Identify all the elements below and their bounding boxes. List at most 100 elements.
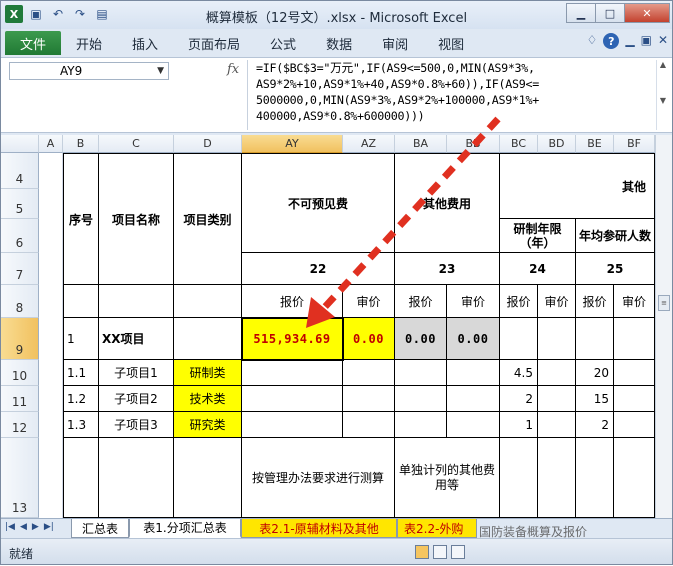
table-cell[interactable] bbox=[538, 386, 576, 412]
column-header-bf[interactable]: BF bbox=[614, 135, 655, 153]
header-dev-years[interactable]: 研制年限（年） bbox=[500, 219, 576, 253]
table-cell[interactable] bbox=[576, 438, 614, 518]
row10-seq[interactable]: 1.1 bbox=[63, 360, 99, 386]
sheet-tab-outsourcing[interactable]: 表2.2-外购 bbox=[397, 519, 477, 538]
tab-file[interactable]: 文件 bbox=[5, 31, 61, 55]
row11-be[interactable]: 15 bbox=[576, 386, 614, 412]
row9-ba-value[interactable]: 0.00 bbox=[395, 318, 447, 360]
ribbon-collapse-icon[interactable]: ♢ bbox=[587, 33, 598, 49]
column-header-ay[interactable]: AY bbox=[242, 135, 343, 153]
row9-az-value[interactable]: 0.00 bbox=[343, 318, 395, 360]
col-number-25[interactable]: 25 bbox=[576, 253, 655, 285]
header-ay-quote[interactable]: 报价 bbox=[242, 285, 343, 318]
column-a-cells[interactable] bbox=[39, 153, 63, 518]
column-header-az[interactable]: AZ bbox=[343, 135, 395, 153]
column-header-bc[interactable]: BC bbox=[500, 135, 538, 153]
tab-home[interactable]: 开始 bbox=[61, 31, 117, 55]
header-project-type[interactable]: 项目类别 bbox=[174, 153, 242, 285]
table-cell[interactable] bbox=[614, 412, 655, 438]
row11-name[interactable]: 子项目2 bbox=[99, 386, 174, 412]
table-cell[interactable] bbox=[99, 438, 174, 518]
table-cell[interactable] bbox=[395, 360, 447, 386]
header-seq[interactable]: 序号 bbox=[63, 153, 99, 285]
header-bb-review[interactable]: 审价 bbox=[447, 285, 500, 318]
tab-insert[interactable]: 插入 bbox=[117, 31, 173, 55]
column-header-b[interactable]: B bbox=[63, 135, 99, 153]
header-az-review[interactable]: 审价 bbox=[343, 285, 395, 318]
doc-minimize-icon[interactable]: ▁ bbox=[625, 33, 634, 49]
doc-close-icon[interactable]: ✕ bbox=[658, 33, 668, 49]
row12-type[interactable]: 研究类 bbox=[174, 412, 242, 438]
row9-name[interactable]: XX项目 bbox=[99, 318, 174, 360]
tab-page-layout[interactable]: 页面布局 bbox=[173, 31, 255, 55]
row-header-10[interactable]: 10 bbox=[1, 360, 39, 386]
column-header-bb[interactable]: BB bbox=[447, 135, 500, 153]
table-cell[interactable] bbox=[99, 285, 174, 318]
row10-be[interactable]: 20 bbox=[576, 360, 614, 386]
header-be-quote[interactable]: 报价 bbox=[576, 285, 614, 318]
row9-seq[interactable]: 1 bbox=[63, 318, 99, 360]
table-cell[interactable] bbox=[343, 360, 395, 386]
table-cell[interactable] bbox=[614, 318, 655, 360]
row12-name[interactable]: 子项目3 bbox=[99, 412, 174, 438]
row11-bc[interactable]: 2 bbox=[500, 386, 538, 412]
table-cell[interactable] bbox=[447, 360, 500, 386]
row-header-6[interactable]: 6 bbox=[1, 219, 39, 253]
header-project-name[interactable]: 项目名称 bbox=[99, 153, 174, 285]
column-header-d[interactable]: D bbox=[174, 135, 242, 153]
row12-bc[interactable]: 1 bbox=[500, 412, 538, 438]
column-header-be[interactable]: BE bbox=[576, 135, 614, 153]
row-header-13[interactable]: 13 bbox=[1, 438, 39, 518]
row-header-5[interactable]: 5 bbox=[1, 189, 39, 219]
sheet-tab-item-summary[interactable]: 表1.分项汇总表 bbox=[129, 519, 241, 538]
first-sheet-icon[interactable]: |◀ bbox=[5, 522, 15, 532]
row13-ba-note[interactable]: 单独计列的其他费用等 bbox=[395, 438, 500, 518]
row-header-4[interactable]: 4 bbox=[1, 153, 39, 189]
row12-seq[interactable]: 1.3 bbox=[63, 412, 99, 438]
function-icon[interactable]: fx bbox=[227, 62, 239, 77]
table-cell[interactable] bbox=[343, 386, 395, 412]
col-number-22[interactable]: 22 bbox=[242, 253, 395, 285]
table-cell[interactable] bbox=[538, 318, 576, 360]
row10-type[interactable]: 研制类 bbox=[174, 360, 242, 386]
header-bd-review[interactable]: 审价 bbox=[538, 285, 576, 318]
table-cell[interactable] bbox=[538, 412, 576, 438]
table-cell[interactable] bbox=[242, 412, 343, 438]
table-cell[interactable] bbox=[614, 438, 655, 518]
table-cell[interactable] bbox=[500, 318, 538, 360]
column-header-c[interactable]: C bbox=[99, 135, 174, 153]
close-button[interactable]: ✕ bbox=[624, 3, 670, 23]
help-icon[interactable]: ? bbox=[603, 33, 620, 49]
table-cell[interactable] bbox=[447, 386, 500, 412]
last-sheet-icon[interactable]: ▶| bbox=[44, 522, 54, 532]
vertical-scrollbar[interactable]: ≡ bbox=[655, 135, 672, 518]
scroll-thumb[interactable]: ≡ bbox=[658, 295, 670, 311]
table-cell[interactable] bbox=[500, 438, 538, 518]
page-layout-view-icon[interactable] bbox=[433, 545, 447, 559]
row9-bb-value[interactable]: 0.00 bbox=[447, 318, 500, 360]
name-box[interactable]: AY9 ▼ bbox=[9, 62, 169, 80]
header-other[interactable]: 其他 bbox=[500, 153, 655, 219]
column-header-a[interactable]: A bbox=[39, 135, 63, 153]
col-number-24[interactable]: 24 bbox=[500, 253, 576, 285]
row-header-11[interactable]: 11 bbox=[1, 386, 39, 412]
tab-review[interactable]: 审阅 bbox=[367, 31, 423, 55]
doc-restore-icon[interactable]: ▣ bbox=[641, 33, 652, 49]
table-cell[interactable] bbox=[538, 438, 576, 518]
prev-sheet-icon[interactable]: ◀ bbox=[20, 522, 27, 532]
table-cell[interactable] bbox=[343, 412, 395, 438]
table-cell[interactable] bbox=[395, 412, 447, 438]
row-header-12[interactable]: 12 bbox=[1, 412, 39, 438]
table-cell[interactable] bbox=[395, 386, 447, 412]
row10-bc[interactable]: 4.5 bbox=[500, 360, 538, 386]
header-bc-quote[interactable]: 报价 bbox=[500, 285, 538, 318]
table-cell[interactable] bbox=[576, 318, 614, 360]
tab-formulas[interactable]: 公式 bbox=[255, 31, 311, 55]
tab-data[interactable]: 数据 bbox=[311, 31, 367, 55]
table-cell[interactable] bbox=[63, 285, 99, 318]
row9-type[interactable] bbox=[174, 318, 242, 360]
chevron-down-icon[interactable]: ▼ bbox=[157, 63, 164, 79]
normal-view-icon[interactable] bbox=[415, 545, 429, 559]
col-number-23[interactable]: 23 bbox=[395, 253, 500, 285]
page-break-view-icon[interactable] bbox=[451, 545, 465, 559]
